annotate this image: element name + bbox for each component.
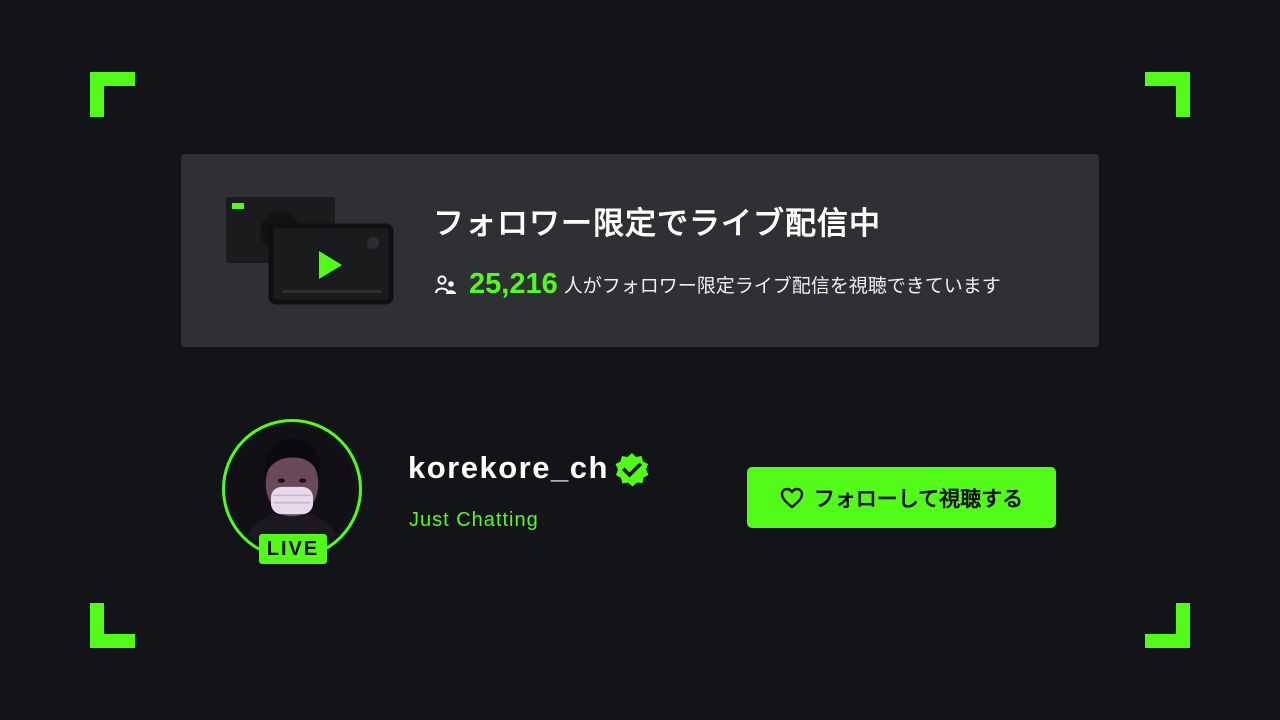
viewers-icon <box>435 274 456 294</box>
viewer-count: 25,216 <box>469 268 558 300</box>
channel-avatar-container[interactable]: LIVE <box>222 419 362 569</box>
stream-window-illustration-icon <box>226 197 394 305</box>
viewer-info: 25,216 人がフォロワー限定ライブ配信を視聴できています <box>435 268 1001 301</box>
stream-category[interactable]: Just Chatting <box>409 509 539 532</box>
follower-only-banner: フォロワー限定でライブ配信中 25,216 人がフォロワー限定ライブ配信を視聴で… <box>181 154 1099 347</box>
follow-button-label: フォローして視聴する <box>813 486 1024 511</box>
frame-corner-bottom-right <box>1145 603 1190 648</box>
follow-and-watch-button[interactable]: フォローして視聴する <box>747 467 1056 528</box>
frame-corner-top-right <box>1145 72 1190 117</box>
follower-only-stream-screen: フォロワー限定でライブ配信中 25,216 人がフォロワー限定ライブ配信を視聴で… <box>0 0 1280 720</box>
heart-icon <box>780 487 804 508</box>
viewer-description: 人がフォロワー限定ライブ配信を視聴できています <box>563 275 1001 297</box>
verified-badge-icon <box>615 453 649 487</box>
banner-title: フォロワー限定でライブ配信中 <box>433 206 881 242</box>
channel-name[interactable]: korekore_ch <box>408 450 609 486</box>
frame-corner-bottom-left <box>90 603 135 648</box>
frame-corner-top-left <box>90 72 135 117</box>
live-badge: LIVE <box>259 534 327 564</box>
